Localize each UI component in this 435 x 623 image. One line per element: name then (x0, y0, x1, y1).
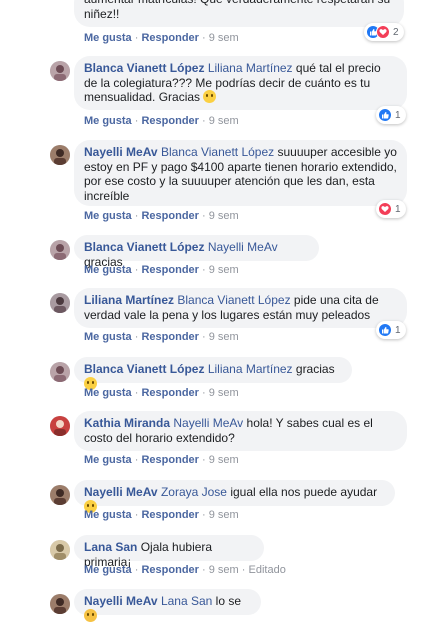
comment-actions: Me gusta · Responder · 9 sem (84, 331, 239, 343)
timestamp[interactable]: 9 sem (209, 210, 239, 222)
reply-link[interactable]: Responder (141, 509, 198, 521)
timestamp[interactable]: 9 sem (209, 509, 239, 521)
comment-author[interactable]: Nayelli MeAv (84, 594, 158, 608)
comment-author[interactable]: Lana San (84, 540, 137, 554)
comment-author[interactable]: Nayelli MeAv (84, 145, 158, 159)
comment-author[interactable]: Blanca Vianett López (84, 240, 204, 254)
like-link[interactable]: Me gusta (84, 509, 132, 521)
comment-actions: Me gusta · Responder · 9 sem (84, 115, 239, 127)
avatar[interactable] (50, 362, 70, 382)
timestamp[interactable]: 9 sem (209, 115, 239, 127)
comment-author[interactable]: Blanca Vianett López (84, 362, 204, 376)
comment-actions: Me gusta · Responder · 9 sem (84, 454, 239, 466)
reply-link[interactable]: Responder (141, 264, 198, 276)
reaction-count: 1 (395, 109, 401, 121)
sad-emoji-icon (84, 608, 97, 622)
smile-emoji-icon (203, 90, 217, 103)
mention-link[interactable]: Nayelli MeAv (208, 240, 278, 254)
reaction-summary[interactable]: 1 (376, 106, 406, 124)
timestamp[interactable]: 9 sem (209, 264, 239, 276)
like-link[interactable]: Me gusta (84, 210, 132, 222)
comment-text: lo se (215, 594, 242, 608)
comment-bubble: Liliana Martínez Blanca Vianett López pi… (74, 288, 407, 328)
comment-text: igual ella nos puede ayudar (230, 485, 378, 499)
reaction-count: 1 (395, 203, 401, 215)
comment-actions: Me gusta · Responder · 9 sem (84, 210, 239, 222)
like-link[interactable]: Me gusta (84, 32, 132, 44)
reply-link[interactable]: Responder (141, 210, 198, 222)
timestamp[interactable]: 9 sem (209, 454, 239, 466)
timestamp[interactable]: 9 sem (209, 32, 239, 44)
comment-bubble: Blanca Vianett López Liliana Martínez gr… (74, 357, 352, 390)
avatar[interactable] (50, 416, 70, 436)
reaction-summary[interactable]: 2 (364, 23, 404, 41)
timestamp[interactable]: 9 sem (209, 331, 239, 343)
comment-actions: Me gusta · Responder · 9 sem (84, 264, 239, 276)
mention-link[interactable]: Liliana Martínez (208, 362, 293, 376)
reply-link[interactable]: Responder (141, 115, 198, 127)
avatar[interactable] (50, 293, 70, 313)
reaction-count: 2 (393, 26, 399, 38)
comment-bubble: Lana San Ojala hubiera primaria¡ (74, 535, 264, 569)
comment-actions: Me gusta · Responder · 9 sem (84, 387, 239, 399)
reply-link[interactable]: Responder (141, 454, 198, 466)
comment-author[interactable]: Nayelli MeAv (84, 485, 158, 499)
comment-text: aumentar matrículas! Que verdaderamente … (84, 0, 390, 21)
avatar[interactable] (50, 240, 70, 260)
edited-label[interactable]: Editado (249, 564, 286, 576)
like-link[interactable]: Me gusta (84, 264, 132, 276)
comment-thread: aumentar matrículas! Que verdaderamente … (0, 0, 435, 622)
reaction-count: 1 (395, 324, 401, 336)
mention-link[interactable]: Lana San (161, 594, 212, 608)
avatar[interactable] (50, 61, 70, 81)
timestamp[interactable]: 9 sem (209, 564, 239, 576)
comment-bubble: Nayelli MeAv Lana San lo se (74, 589, 261, 622)
like-link[interactable]: Me gusta (84, 115, 132, 127)
comment-text: gracias (295, 362, 335, 376)
comment-actions: Me gusta · Responder · 9 sem (84, 509, 239, 521)
like-link[interactable]: Me gusta (84, 331, 132, 343)
comment-author[interactable]: Blanca Vianett López (84, 61, 204, 75)
reply-link[interactable]: Responder (141, 331, 198, 343)
comment-bubble: Nayelli MeAv Blanca Vianett López suuuup… (74, 140, 407, 206)
reaction-summary[interactable]: 1 (376, 200, 406, 218)
mention-link[interactable]: Zoraya Jose (161, 485, 227, 499)
like-reaction-icon (378, 323, 392, 337)
timestamp[interactable]: 9 sem (209, 387, 239, 399)
comment-bubble: Blanca Vianett López Nayelli MeAv gracia… (74, 235, 319, 269)
mention-link[interactable]: Nayelli MeAv (173, 416, 243, 430)
like-link[interactable]: Me gusta (84, 454, 132, 466)
comment-actions: Me gusta · Responder · 9 sem · Editado (84, 564, 286, 576)
reply-link[interactable]: Responder (141, 564, 198, 576)
like-link[interactable]: Me gusta (84, 564, 132, 576)
reply-link[interactable]: Responder (141, 387, 198, 399)
comment-author[interactable]: Kathia Miranda (84, 416, 170, 430)
reaction-summary[interactable]: 1 (376, 321, 406, 339)
love-reaction-icon (376, 25, 390, 39)
mention-link[interactable]: Blanca Vianett López (177, 293, 290, 307)
comment-author[interactable]: Liliana Martínez (84, 293, 174, 307)
avatar[interactable] (50, 540, 70, 560)
comment-bubble: Blanca Vianett López Liliana Martínez qu… (74, 56, 407, 110)
comment-bubble: Nayelli MeAv Zoraya Jose igual ella nos … (74, 480, 395, 513)
avatar[interactable] (50, 145, 70, 165)
comment-bubble: aumentar matrículas! Que verdaderamente … (74, 0, 404, 27)
like-link[interactable]: Me gusta (84, 387, 132, 399)
comment-actions: Me gusta · Responder · 9 sem (84, 32, 239, 44)
love-reaction-icon (378, 202, 392, 216)
avatar[interactable] (50, 594, 70, 614)
comment-bubble: Kathia Miranda Nayelli MeAv hola! Y sabe… (74, 411, 407, 451)
avatar[interactable] (50, 485, 70, 505)
mention-link[interactable]: Blanca Vianett López (161, 145, 274, 159)
like-reaction-icon (378, 108, 392, 122)
reply-link[interactable]: Responder (141, 32, 198, 44)
mention-link[interactable]: Liliana Martínez (208, 61, 293, 75)
